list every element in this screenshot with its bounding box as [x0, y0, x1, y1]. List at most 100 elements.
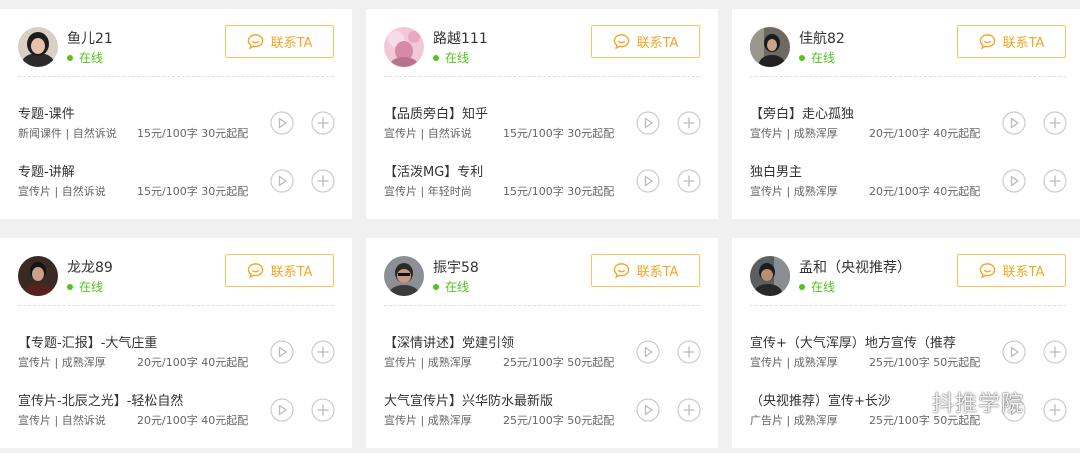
sample-title[interactable]: 【深情讲述】党建引领: [384, 332, 514, 351]
plus-icon: [1043, 340, 1067, 364]
add-button[interactable]: [311, 340, 335, 364]
sample-title[interactable]: 宣传片-北辰之光】-轻松自然: [18, 390, 183, 409]
sample-tags: 宣传片 | 成熟浑厚: [384, 356, 472, 369]
play-button[interactable]: [636, 169, 660, 193]
actor-name[interactable]: 振宇58: [433, 257, 479, 277]
add-button[interactable]: [677, 398, 701, 422]
add-button[interactable]: [1043, 169, 1067, 193]
watermark: 抖推学院: [888, 386, 1024, 418]
play-button[interactable]: [270, 398, 294, 422]
actor-name[interactable]: 鱼儿21: [67, 28, 113, 48]
wechat-icon: [890, 388, 924, 414]
plus-icon: [311, 398, 335, 422]
chat-bubble-icon: [613, 263, 629, 279]
sample-title[interactable]: 大气宣传片】兴华防水最新版: [384, 390, 553, 409]
online-dot-icon: [67, 54, 73, 61]
play-icon: [636, 169, 660, 193]
sample-price: 25元/100字 50元起配: [503, 414, 615, 427]
add-button[interactable]: [311, 169, 335, 193]
actor-name[interactable]: 孟和（央视推荐）: [799, 257, 911, 277]
avatar[interactable]: [18, 256, 58, 296]
add-button[interactable]: [677, 111, 701, 135]
avatar[interactable]: [750, 27, 790, 67]
play-icon: [636, 340, 660, 364]
status-text: 在线: [811, 51, 836, 65]
play-icon: [1002, 340, 1026, 364]
avatar[interactable]: [750, 256, 790, 296]
sample-price: 15元/100字 30元起配: [137, 185, 249, 198]
contact-button[interactable]: 联系TA: [957, 254, 1066, 287]
avatar[interactable]: [384, 27, 424, 67]
voice-actor-card: 振宇58 在线 联系TA 【深情讲述】党建引领 宣传片 | 成熟浑厚 25元/1…: [366, 238, 718, 448]
play-button[interactable]: [1002, 169, 1026, 193]
contact-label: 联系TA: [636, 36, 679, 51]
sample-price: 15元/100字 30元起配: [503, 127, 615, 140]
contact-button[interactable]: 联系TA: [591, 25, 700, 58]
sample-tags: 新闻课件 | 自然诉说: [18, 127, 117, 140]
actor-name[interactable]: 路越111: [433, 28, 488, 48]
card-header: 佳航82 在线 联系TA: [750, 9, 1066, 77]
status-text: 在线: [811, 280, 836, 294]
add-button[interactable]: [677, 340, 701, 364]
contact-label: 联系TA: [270, 36, 313, 51]
avatar[interactable]: [18, 27, 58, 67]
add-button[interactable]: [1043, 340, 1067, 364]
online-status: 在线: [799, 278, 835, 295]
contact-label: 联系TA: [1002, 36, 1045, 51]
play-button[interactable]: [270, 111, 294, 135]
sample-title[interactable]: 独白男主: [750, 161, 802, 180]
play-button[interactable]: [270, 340, 294, 364]
sample-tags: 宣传片 | 自然诉说: [18, 414, 106, 427]
sample-price: 20元/100字 40元起配: [137, 356, 249, 369]
plus-icon: [1043, 111, 1067, 135]
add-button[interactable]: [1043, 111, 1067, 135]
play-button[interactable]: [1002, 340, 1026, 364]
add-button[interactable]: [677, 169, 701, 193]
sample-title[interactable]: 【品质旁白】知乎: [384, 103, 488, 122]
sample-title[interactable]: 【活泼MG】专利: [384, 161, 483, 180]
play-icon: [270, 169, 294, 193]
sample-title[interactable]: 专题-讲解: [18, 161, 75, 180]
add-button[interactable]: [311, 111, 335, 135]
sample-tags: 宣传片 | 成熟浑厚: [18, 356, 106, 369]
play-button[interactable]: [636, 340, 660, 364]
play-button[interactable]: [270, 169, 294, 193]
actor-name[interactable]: 佳航82: [799, 28, 845, 48]
voice-sample: 专题-课件 新闻课件 | 自然诉说 15元/100字 30元起配: [18, 103, 335, 143]
sample-title[interactable]: 专题-课件: [18, 103, 75, 122]
add-button[interactable]: [1043, 398, 1067, 422]
status-text: 在线: [79, 280, 104, 294]
sample-title[interactable]: 【旁白】走心孤独: [750, 103, 854, 122]
voice-sample: 专题-讲解 宣传片 | 自然诉说 15元/100字 30元起配: [18, 161, 335, 201]
plus-icon: [677, 340, 701, 364]
online-status: 在线: [433, 278, 469, 295]
contact-button[interactable]: 联系TA: [591, 254, 700, 287]
actor-name[interactable]: 龙龙89: [67, 257, 113, 277]
play-button[interactable]: [636, 398, 660, 422]
play-button[interactable]: [1002, 111, 1026, 135]
play-icon: [270, 340, 294, 364]
status-text: 在线: [79, 51, 104, 65]
online-dot-icon: [67, 283, 73, 290]
avatar[interactable]: [384, 256, 424, 296]
contact-label: 联系TA: [270, 265, 313, 280]
contact-button[interactable]: 联系TA: [225, 25, 334, 58]
contact-button[interactable]: 联系TA: [225, 254, 334, 287]
sample-title[interactable]: （央视推荐）宣传+长沙: [750, 390, 891, 409]
online-dot-icon: [433, 54, 439, 61]
sample-price: 25元/100字 50元起配: [869, 356, 981, 369]
sample-tags: 宣传片 | 成熟浑厚: [750, 127, 838, 140]
online-status: 在线: [67, 278, 103, 295]
sample-title[interactable]: 【专题-汇报】-大气庄重: [18, 332, 157, 351]
sample-tags: 宣传片 | 成熟浑厚: [750, 356, 838, 369]
add-button[interactable]: [311, 398, 335, 422]
sample-title[interactable]: 宣传+（大气浑厚）地方宣传（推荐: [750, 332, 956, 351]
card-header: 鱼儿21 在线 联系TA: [18, 9, 334, 77]
contact-button[interactable]: 联系TA: [957, 25, 1066, 58]
plus-icon: [311, 111, 335, 135]
contact-label: 联系TA: [636, 265, 679, 280]
voice-sample: 【专题-汇报】-大气庄重 宣传片 | 成熟浑厚 20元/100字 40元起配: [18, 332, 335, 372]
play-button[interactable]: [636, 111, 660, 135]
sample-tags: 广告片 | 成熟浑厚: [750, 414, 838, 427]
voice-sample: 【活泼MG】专利 宣传片 | 年轻时尚 15元/100字 30元起配: [384, 161, 701, 201]
